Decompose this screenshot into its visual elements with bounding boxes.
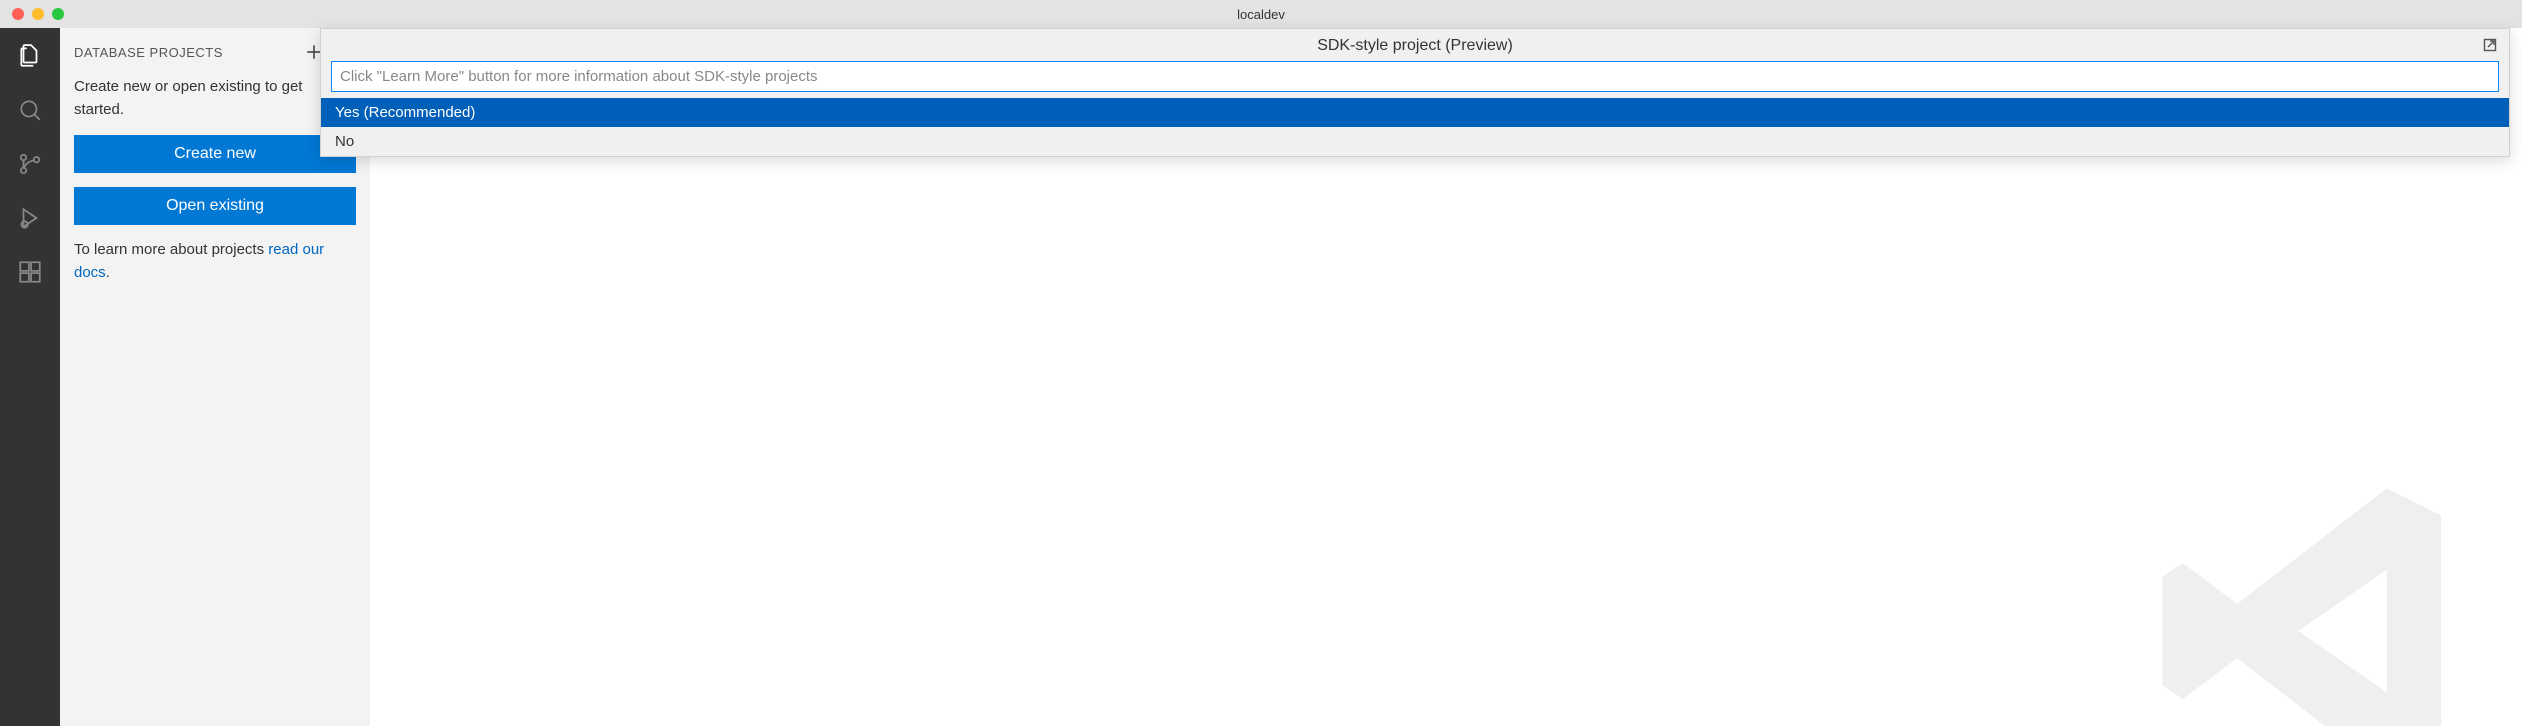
- play-bug-icon: [17, 205, 43, 231]
- branch-icon: [17, 151, 43, 177]
- open-existing-button[interactable]: Open existing: [74, 187, 356, 225]
- learn-suffix: .: [106, 264, 110, 281]
- sidebar-intro: Create new or open existing to get start…: [74, 76, 356, 121]
- window-title: localdev: [1237, 7, 1285, 22]
- quick-input-wrap: [321, 61, 2509, 98]
- minimize-window-button[interactable]: [32, 8, 44, 20]
- titlebar: localdev: [0, 0, 2522, 28]
- activity-extensions[interactable]: [14, 256, 46, 288]
- quick-input-option-no[interactable]: No: [321, 127, 2509, 156]
- close-window-button[interactable]: [12, 8, 24, 20]
- quick-input-dialog: SDK-style project (Preview) Yes (Recomme…: [320, 28, 2510, 157]
- quick-input-title: SDK-style project (Preview): [321, 29, 2509, 61]
- activity-source-control[interactable]: [14, 148, 46, 180]
- learn-more-external-button[interactable]: [2481, 36, 2499, 54]
- maximize-window-button[interactable]: [52, 8, 64, 20]
- activity-run-debug[interactable]: [14, 202, 46, 234]
- extensions-icon: [17, 259, 43, 285]
- learn-prefix: To learn more about projects: [74, 241, 268, 258]
- quick-input-options: Yes (Recommended) No: [321, 98, 2509, 156]
- vscode-logo-icon: [2142, 461, 2482, 726]
- activity-bar: [0, 28, 60, 726]
- search-icon: [17, 97, 43, 123]
- quick-input-option-yes[interactable]: Yes (Recommended): [321, 98, 2509, 127]
- create-new-button[interactable]: Create new: [74, 135, 356, 173]
- activity-search[interactable]: [14, 94, 46, 126]
- activity-explorer[interactable]: [14, 40, 46, 72]
- files-icon: [17, 43, 43, 69]
- window-controls: [0, 8, 64, 20]
- quick-input-field[interactable]: [331, 61, 2499, 92]
- external-link-icon: [2482, 37, 2498, 53]
- sidebar-title: DATABASE PROJECTS: [74, 45, 304, 60]
- vscode-watermark: [2142, 461, 2482, 726]
- sidebar-learn-more: To learn more about projects read our do…: [74, 239, 356, 284]
- quick-input-title-text: SDK-style project (Preview): [1317, 37, 1513, 54]
